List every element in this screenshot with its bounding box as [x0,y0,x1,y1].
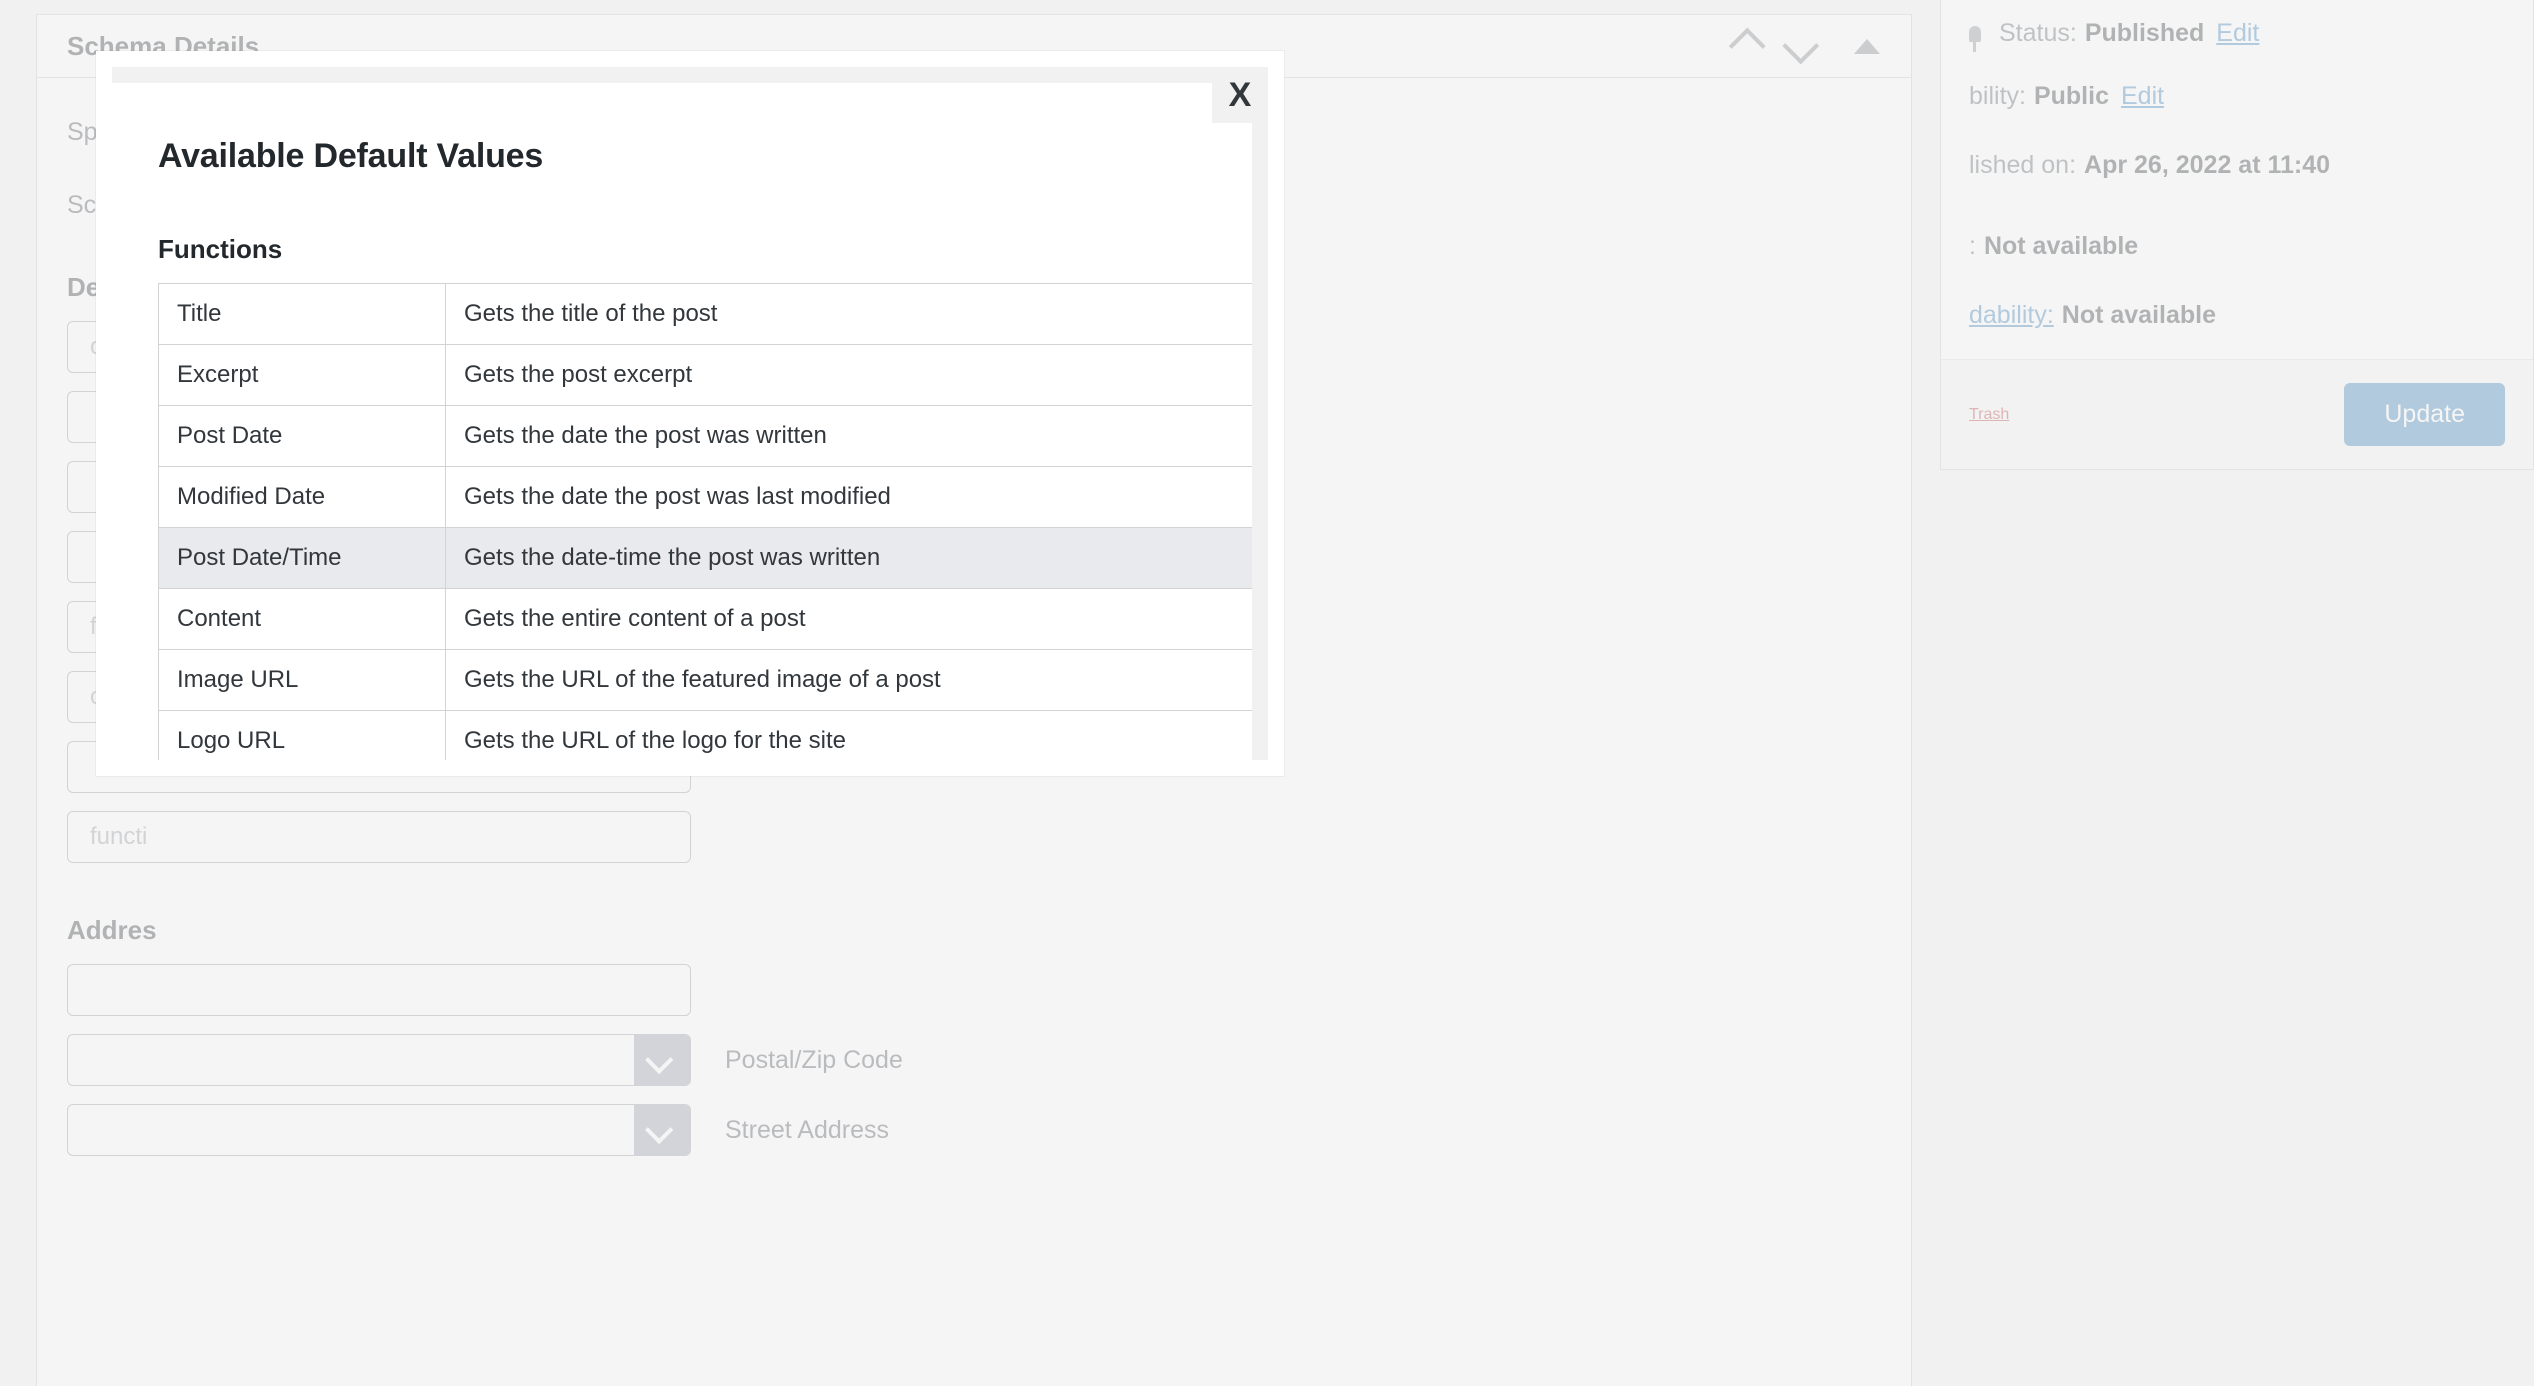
move-down-icon[interactable] [1782,24,1827,68]
default-value-name: Excerpt [158,344,446,406]
chevron-down-icon [634,1105,690,1155]
default-value-description: Gets the URL of the logo for the site [445,710,1252,760]
visibility-label: bility: [1969,82,2026,110]
status-label: Status: [1999,19,2077,47]
default-value-name: Post Date [158,405,446,467]
field-row [67,964,1881,1016]
readability-row: dability: Not available [1941,301,2533,330]
default-value-input[interactable]: functi [67,811,691,863]
field-row: Street Address [67,1104,1881,1156]
chevron-down-icon [634,1035,690,1085]
update-button[interactable]: Update [2344,383,2505,446]
close-icon[interactable]: X [1212,67,1268,123]
default-value-description: Gets the post excerpt [445,344,1252,406]
default-value-name: Logo URL [158,710,446,760]
table-row[interactable]: Title Gets the title of the post [158,283,1252,345]
default-value-name: Post Date/Time [158,527,446,589]
functions-table: Title Gets the title of the post Excerpt Ge… [158,283,1252,760]
visibility-row: bility: Public Edit [1941,82,2533,111]
default-value-description: Gets the entire content of a post [445,588,1252,650]
readability-value: Not available [2061,301,2216,329]
default-value-description: Gets the title of the post [445,283,1252,345]
modal-inner-frame: X Available Default Values Functions Tit… [112,67,1268,760]
table-row[interactable]: Modified Date Gets the date the post was … [158,466,1252,528]
publish-actions: Trash Update [1941,359,2533,469]
visibility-edit-link[interactable]: Edit [2121,82,2164,111]
field-row: Postal/Zip Code [67,1034,1881,1086]
seo-score-label: : [1969,232,1976,260]
table-row[interactable]: Excerpt Gets the post excerpt [158,344,1252,406]
available-default-values-modal: X Available Default Values Functions Tit… [96,51,1284,776]
trash-link[interactable]: Trash [1969,406,2009,424]
table-row[interactable]: Post Date Gets the date the post was writ… [158,405,1252,467]
status-edit-link[interactable]: Edit [2216,19,2259,48]
modal-content: Available Default Values Functions Title… [112,83,1252,760]
modal-body: Available Default Values Functions Title… [112,83,1252,760]
field-row: functi [67,811,1881,863]
default-value-name: Title [158,283,446,345]
table-row[interactable]: Logo URL Gets the URL of the logo for the… [158,710,1252,760]
published-on-value: Apr 26, 2022 at 11:40 [2084,151,2331,179]
default-value-description: Gets the URL of the featured image of a … [445,649,1252,711]
table-row[interactable]: Content Gets the entire content of a post [158,588,1252,650]
publish-sidebar: Status: Published Edit bility: Public Ed… [1940,0,2534,470]
postal-zip-label: Postal/Zip Code [725,1045,903,1074]
functions-group-heading: Functions [158,234,283,264]
default-value-name: Image URL [158,649,446,711]
table-row[interactable]: Image URL Gets the URL of the featured im… [158,649,1252,711]
default-value-name: Content [158,588,446,650]
seo-score-value: Not available [1983,232,2139,260]
published-on-label: lished on: [1969,151,2077,179]
default-value-description: Gets the date the post was written [445,405,1252,467]
postal-zip-select[interactable] [67,1034,691,1086]
readability-link[interactable]: dability: [1969,301,2054,330]
street-address-select[interactable] [67,1104,691,1156]
default-value-description: Gets the date the post was last modified [445,466,1252,528]
app-root: Schema Details Specify Schema Defau opti… [0,0,2534,1386]
status-badge: Published [2084,19,2205,47]
address-section-heading: Addres [67,915,157,945]
address-input[interactable] [67,964,691,1016]
pin-icon [1969,25,1981,52]
seo-score-row: : Not available [1941,232,2533,261]
table-row[interactable]: Post Date/Time Gets the date-time the pos… [158,527,1252,589]
toggle-panel-icon[interactable] [1845,24,1889,68]
status-row: Status: Published Edit [1941,19,2533,52]
visibility-value: Public [2033,82,2109,110]
default-value-description: Gets the date-time the post was written [445,527,1252,589]
move-up-icon[interactable] [1721,24,1766,68]
modal-title: Available Default Values [158,137,544,175]
postbox-handle-group [1721,15,1889,77]
street-address-label: Street Address [725,1115,889,1144]
published-on-row: lished on: Apr 26, 2022 at 11:40 [1941,151,2533,180]
default-value-name: Modified Date [158,466,446,528]
